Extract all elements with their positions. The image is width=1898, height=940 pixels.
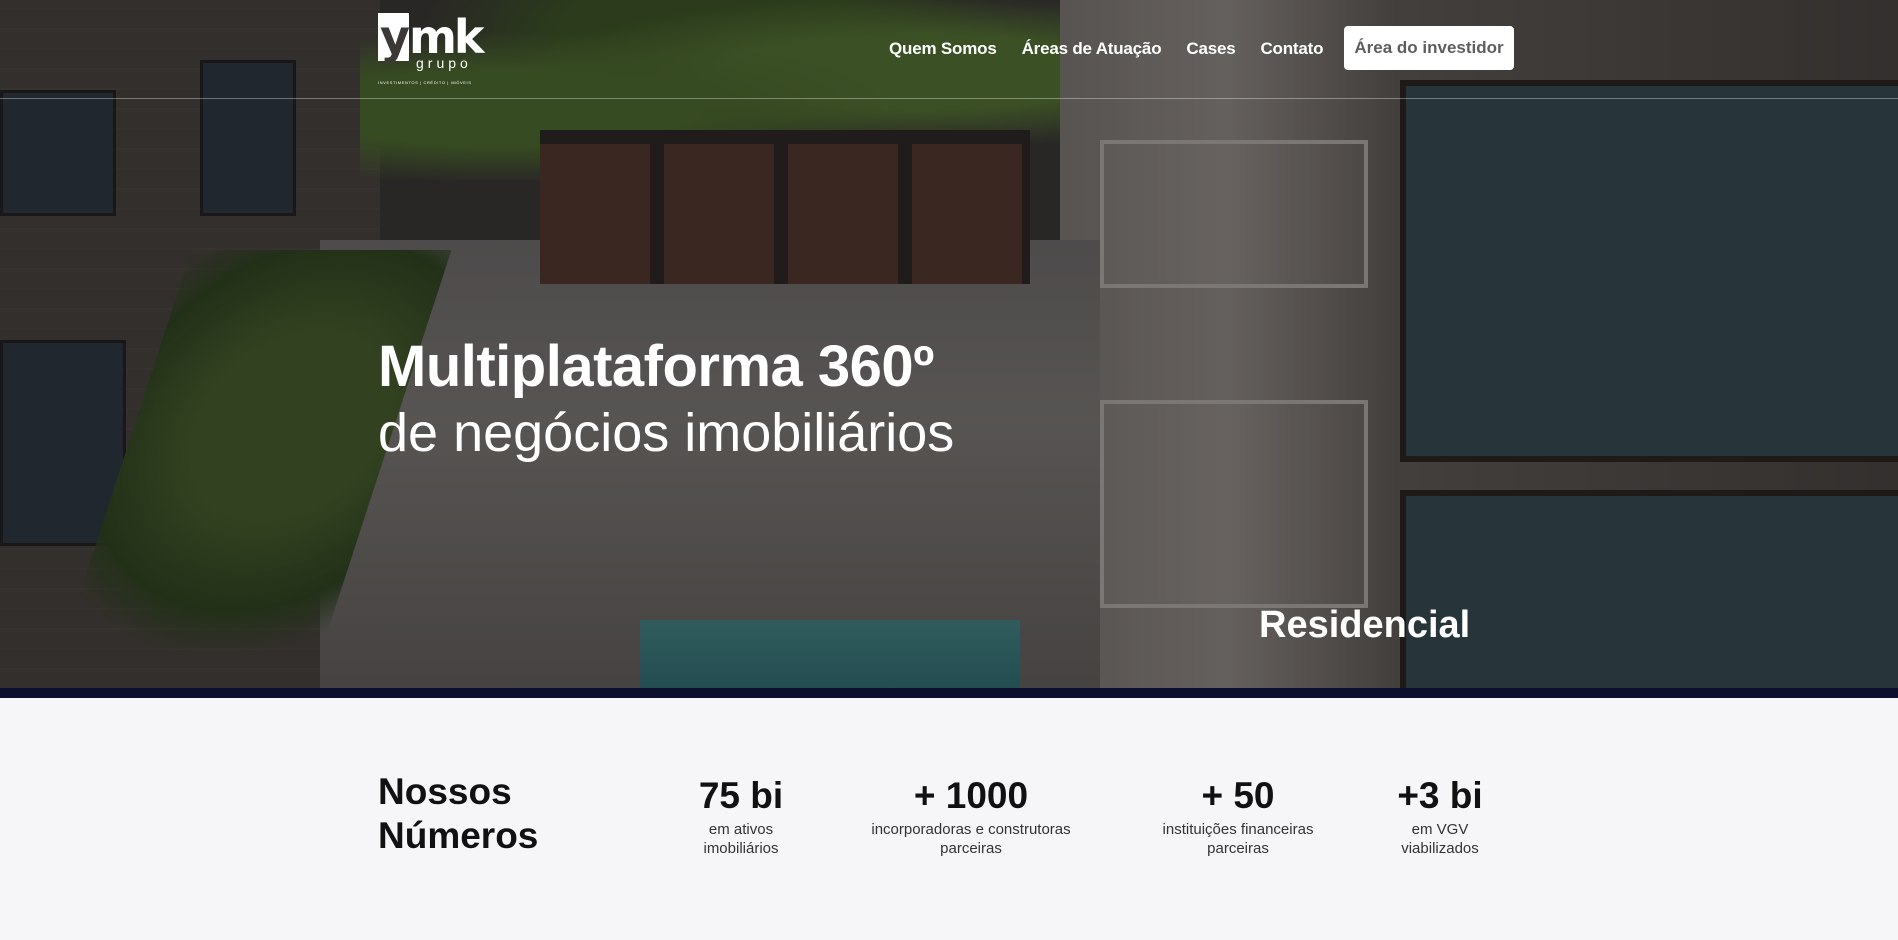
stat-item: 75 bi em ativos imobiliários: [680, 774, 802, 858]
hero-bottom-bar: [0, 688, 1898, 698]
hero-category-label: Residencial: [1259, 604, 1471, 646]
brand-logo[interactable]: ymk grupo INVESTIMENTOS | CRÉDITO | IMÓV…: [378, 12, 488, 88]
nav-link-areas-de-atuacao[interactable]: Áreas de Atuação: [1022, 36, 1162, 62]
stat-value: +3 bi: [1397, 775, 1483, 816]
hero-section: ymk grupo INVESTIMENTOS | CRÉDITO | IMÓV…: [0, 0, 1898, 688]
stat-label: em VGV viabilizados: [1401, 821, 1479, 857]
hero-overlay: [0, 0, 1898, 688]
stat-value: + 1000: [913, 775, 1029, 816]
stat-item: + 1000 incorporadoras e construtoras par…: [860, 774, 1082, 858]
stat-value: + 50: [1201, 775, 1275, 816]
investor-area-button[interactable]: Área do investidor: [1344, 26, 1514, 70]
hero-subtitle: de negócios imobiliários: [378, 403, 955, 463]
nav-links: Quem Somos Áreas de Atuação Cases Contat…: [889, 36, 1323, 62]
stat-label: instituições financeiras parceiras: [1162, 821, 1314, 857]
logo-initial: y: [378, 10, 410, 64]
stat-value: 75 bi: [698, 775, 784, 816]
logo-grupo: grupo: [416, 55, 472, 71]
stat-item: +3 bi em VGV viabilizados: [1380, 774, 1500, 858]
stat-item: + 50 instituições financeiras parceiras: [1152, 774, 1324, 858]
numbers-section: Nossos Números 75 bi em ativos imobiliár…: [0, 698, 1898, 940]
stat-label: em ativos imobiliários: [703, 821, 779, 857]
top-navigation: ymk grupo INVESTIMENTOS | CRÉDITO | IMÓV…: [0, 0, 1898, 99]
numbers-title: Nossos Números: [378, 771, 539, 856]
nav-link-quem-somos[interactable]: Quem Somos: [889, 36, 997, 62]
hero-title: Multiplataforma 360º: [378, 334, 934, 399]
nav-link-cases[interactable]: Cases: [1186, 36, 1235, 62]
nav-link-contato[interactable]: Contato: [1260, 36, 1323, 62]
logo-tagline: INVESTIMENTOS | CRÉDITO | IMÓVEIS: [378, 80, 472, 85]
stat-label: incorporadoras e construtoras parceiras: [871, 821, 1071, 857]
